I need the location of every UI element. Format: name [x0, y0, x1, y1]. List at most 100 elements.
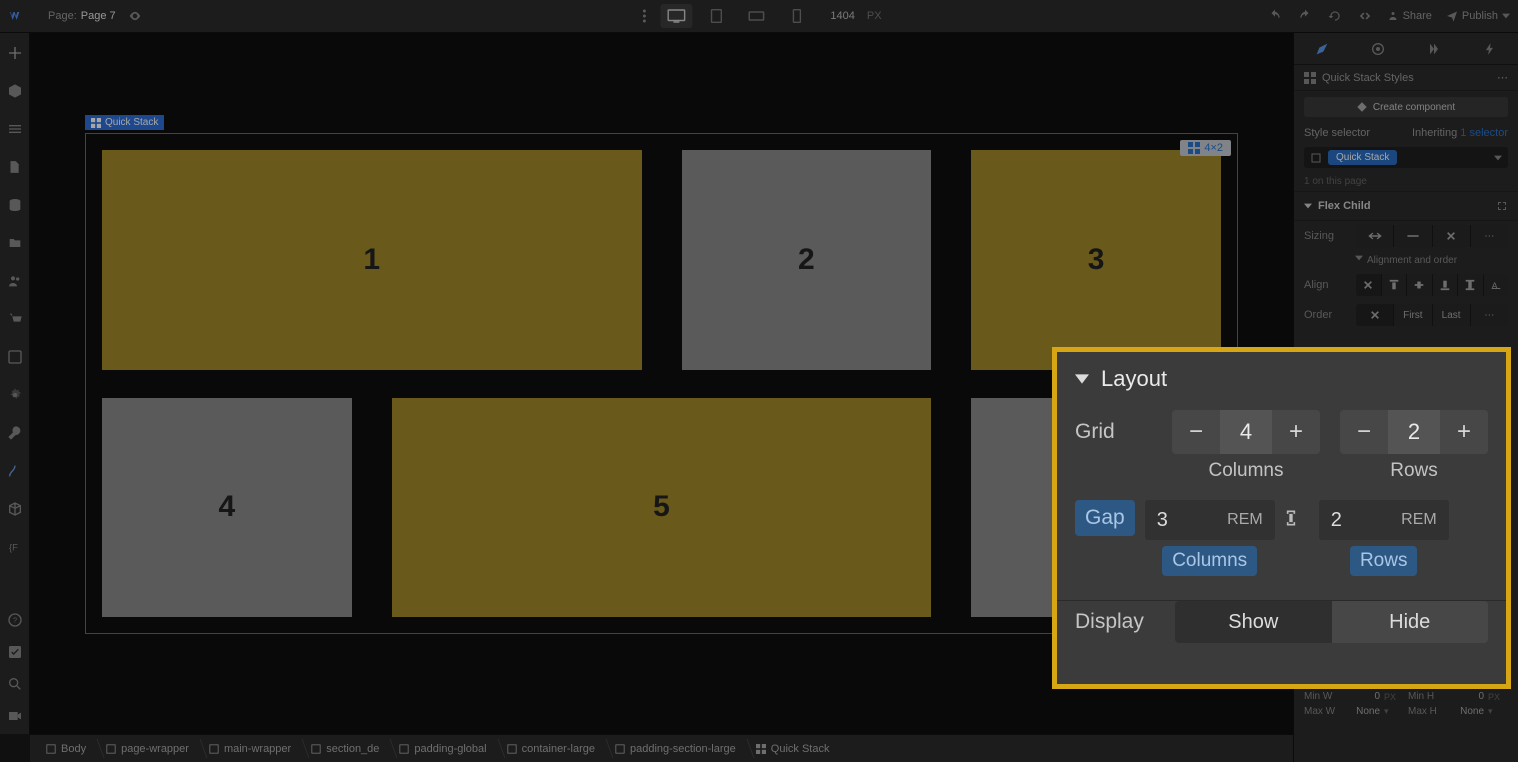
rows-increment-button[interactable]: + [1440, 410, 1488, 454]
publish-button[interactable]: Publish [1446, 10, 1510, 22]
gap-link-icon[interactable] [1281, 500, 1313, 528]
minw-unit[interactable]: PX [1384, 692, 1404, 702]
device-mobile-landscape-button[interactable] [740, 4, 772, 28]
sizing-none-button[interactable] [1433, 225, 1471, 247]
settings-icon[interactable] [7, 387, 23, 403]
gap-rows-unit[interactable]: REM [1401, 511, 1437, 529]
maxw-value[interactable]: None [1354, 706, 1380, 717]
video-icon[interactable] [7, 708, 23, 724]
chevron-down-icon[interactable] [1494, 155, 1502, 161]
minw-value[interactable]: 0 [1354, 691, 1380, 702]
page-prefix: Page: [48, 10, 77, 22]
tab-interactions-icon[interactable] [1424, 39, 1444, 59]
gap-label[interactable]: Gap [1075, 500, 1135, 536]
check-icon[interactable] [7, 644, 23, 660]
crumb-padding-section-large[interactable]: padding-section-large [605, 735, 746, 762]
section-menu-icon[interactable]: ⋯ [1497, 71, 1508, 84]
tab-effects-icon[interactable] [1480, 39, 1500, 59]
maxh-unit[interactable]: ▾ [1488, 706, 1508, 717]
redo-icon[interactable] [1297, 8, 1313, 24]
order-first-button[interactable]: First [1394, 304, 1432, 326]
display-hide-button[interactable]: Hide [1332, 601, 1489, 643]
display-show-button[interactable]: Show [1175, 601, 1332, 643]
apps-icon[interactable] [7, 349, 23, 365]
crumb-body[interactable]: Body [36, 735, 96, 762]
align-stretch-button[interactable] [1458, 274, 1484, 296]
device-desktop-button[interactable] [660, 4, 692, 28]
selection-badge[interactable]: Quick Stack [85, 115, 164, 130]
gap-columns-input[interactable]: 3 REM [1145, 500, 1275, 540]
crumb-container-large[interactable]: container-large [497, 735, 605, 762]
crumb-main-wrapper[interactable]: main-wrapper [199, 735, 301, 762]
sizing-grow-button[interactable] [1394, 225, 1432, 247]
sync-icon[interactable] [1327, 8, 1343, 24]
flex-child-header[interactable]: Flex Child [1294, 191, 1518, 221]
search-icon[interactable] [7, 676, 23, 692]
device-mobile-button[interactable] [780, 4, 812, 28]
selector-row[interactable]: Quick Stack [1294, 143, 1518, 172]
rows-decrement-button[interactable]: − [1340, 410, 1388, 454]
assets-icon[interactable] [7, 235, 23, 251]
minh-unit[interactable]: PX [1488, 692, 1508, 702]
maxh-value[interactable]: None [1458, 706, 1484, 717]
gap-columns-unit[interactable]: REM [1227, 511, 1263, 529]
minh-value[interactable]: 0 [1458, 691, 1484, 702]
preview-toggle-icon[interactable] [128, 9, 142, 23]
tab-settings-icon[interactable] [1368, 39, 1388, 59]
crumb-page-wrapper[interactable]: page-wrapper [96, 735, 199, 762]
cube-icon[interactable] [7, 501, 23, 517]
align-start-button[interactable] [1382, 274, 1408, 296]
code-icon[interactable] [1357, 8, 1373, 24]
cms-icon[interactable] [7, 197, 23, 213]
alignment-order-toggle[interactable]: Alignment and order [1294, 251, 1518, 270]
order-last-button[interactable]: Last [1433, 304, 1471, 326]
tab-style-icon[interactable] [1312, 39, 1332, 59]
grid-dims-badge[interactable]: 4×2 [1180, 140, 1231, 156]
create-component-label: Create component [1373, 102, 1455, 113]
align-auto-button[interactable] [1356, 274, 1382, 296]
box-icon[interactable] [7, 83, 23, 99]
crumb-quick-stack[interactable]: Quick Stack [746, 735, 840, 762]
align-baseline-button[interactable]: A [1484, 274, 1509, 296]
path-icon[interactable] [7, 463, 23, 479]
cell-4[interactable]: 4 [102, 398, 352, 618]
gap-rows-input[interactable]: 2 REM [1319, 500, 1449, 540]
crumb-section[interactable]: section_de [301, 735, 389, 762]
selector-tag[interactable]: Quick Stack [1328, 150, 1397, 165]
maxw-unit[interactable]: ▾ [1384, 706, 1404, 717]
cell-2[interactable]: 2 [682, 150, 932, 370]
cell-3[interactable]: 3 [971, 150, 1221, 370]
expand-icon[interactable] [1496, 200, 1508, 212]
order-more-button[interactable]: ⋯ [1471, 304, 1508, 326]
layout-header[interactable]: Layout [1057, 352, 1506, 406]
gap-columns-sublabel[interactable]: Columns [1162, 546, 1257, 576]
font-icon[interactable]: {F [7, 539, 23, 555]
gap-rows-sublabel[interactable]: Rows [1350, 546, 1418, 576]
users-icon[interactable] [7, 273, 23, 289]
crumb-padding-global[interactable]: padding-global [389, 735, 496, 762]
layers-icon[interactable] [7, 121, 23, 137]
rows-value[interactable]: 2 [1388, 410, 1440, 454]
share-button[interactable]: Share [1387, 8, 1432, 24]
viewport-width-value[interactable]: 1404 [830, 10, 854, 22]
cell-5[interactable]: 5 [392, 398, 932, 618]
create-component-button[interactable]: Create component [1304, 97, 1508, 117]
ecommerce-icon[interactable] [7, 311, 23, 327]
more-menu-icon[interactable] [636, 8, 652, 24]
add-element-icon[interactable] [7, 45, 23, 61]
columns-value[interactable]: 4 [1220, 410, 1272, 454]
columns-decrement-button[interactable]: − [1172, 410, 1220, 454]
undo-icon[interactable] [1267, 8, 1283, 24]
columns-increment-button[interactable]: + [1272, 410, 1320, 454]
page-name[interactable]: Page 7 [81, 10, 116, 22]
sizing-shrink-button[interactable] [1356, 225, 1394, 247]
device-tablet-button[interactable] [700, 4, 732, 28]
tool-icon[interactable] [7, 425, 23, 441]
help-icon[interactable]: ? [7, 612, 23, 628]
pages-icon[interactable] [7, 159, 23, 175]
order-auto-button[interactable] [1356, 304, 1394, 326]
align-end-button[interactable] [1433, 274, 1459, 296]
align-center-button[interactable] [1407, 274, 1433, 296]
cell-1[interactable]: 1 [102, 150, 642, 370]
sizing-more-button[interactable]: ⋯ [1471, 225, 1508, 247]
